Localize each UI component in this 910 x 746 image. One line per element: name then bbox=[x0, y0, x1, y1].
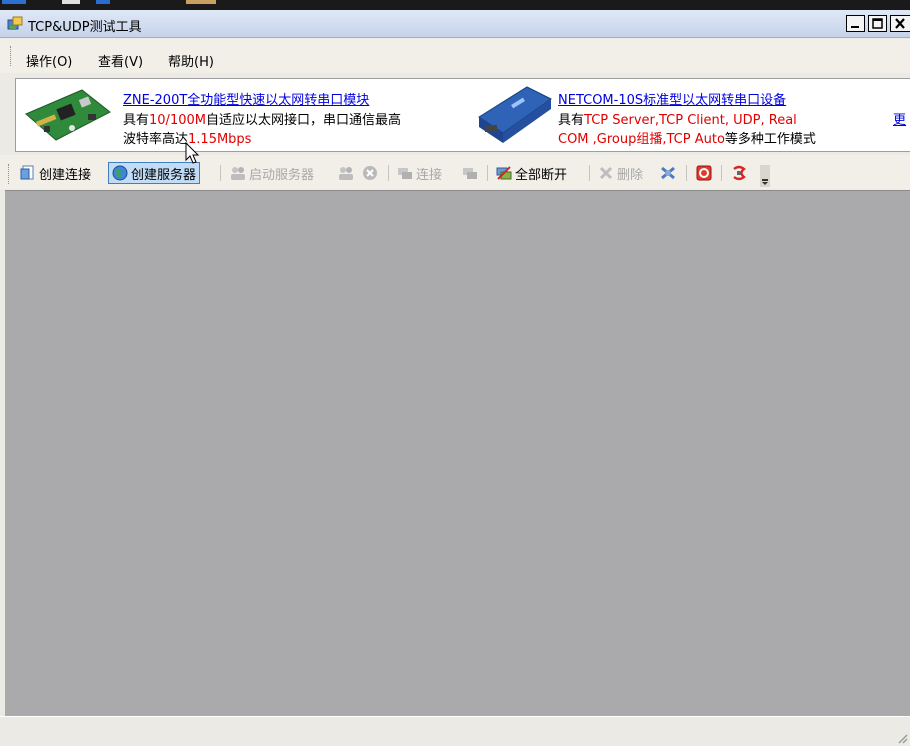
workspace-area[interactable] bbox=[5, 190, 910, 717]
background-strip bbox=[0, 0, 910, 10]
globe-icon bbox=[112, 165, 128, 181]
mouse-cursor bbox=[185, 142, 200, 164]
delete-icon bbox=[599, 166, 613, 180]
menu-grip bbox=[10, 46, 14, 66]
settings-plug-icon[interactable] bbox=[731, 165, 747, 181]
toolbar: 创建连接 创建服务器 启动服务器 连接 全部断开 删除 bbox=[0, 155, 910, 189]
toolbar-separator bbox=[220, 165, 221, 181]
ad2-line2: COM ,Group组播,TCP Auto等多种工作模式 bbox=[558, 128, 816, 147]
disconnect-all-button[interactable]: 全部断开 bbox=[496, 162, 567, 184]
serial-device-image bbox=[478, 86, 552, 143]
menu-help[interactable]: 帮助(H) bbox=[168, 51, 214, 70]
ad-more-link[interactable]: 更 bbox=[893, 109, 906, 128]
toolbar-overflow-icon[interactable] bbox=[760, 165, 770, 187]
disconnect-all-label: 全部断开 bbox=[515, 167, 568, 183]
delete-button[interactable]: 删除 bbox=[598, 162, 643, 184]
ad2-line1: 具有TCP Server,TCP Client, UDP, Real bbox=[558, 109, 797, 128]
close-icon bbox=[894, 18, 905, 29]
disconnect-icon[interactable] bbox=[462, 165, 478, 181]
ad2-line2-seg: COM ,Group组播,TCP Auto bbox=[558, 132, 725, 147]
connect-button[interactable]: 连接 bbox=[397, 162, 442, 184]
title-bar[interactable]: TCP&UDP测试工具 bbox=[0, 10, 910, 38]
ad2-line1-seg: TCP Server,TCP Client, UDP, Real bbox=[584, 113, 797, 128]
power-icon[interactable] bbox=[696, 165, 712, 181]
status-bar bbox=[0, 716, 910, 746]
ad2-title-link[interactable]: NETCOM-10S标准型以太网转串口设备 bbox=[558, 89, 786, 108]
close-button[interactable] bbox=[890, 15, 910, 32]
menu-operate[interactable]: 操作(O) bbox=[26, 51, 72, 70]
start-server-button[interactable]: 启动服务器 bbox=[230, 162, 314, 184]
toolbar-grip bbox=[8, 164, 12, 184]
minimize-icon bbox=[851, 26, 859, 28]
ad2-line2-seg: 等多种工作模式 bbox=[724, 132, 816, 147]
ad1-line1-seg: 10/100M bbox=[149, 113, 206, 128]
window-title: TCP&UDP测试工具 bbox=[28, 20, 142, 35]
toolbar-separator bbox=[589, 165, 590, 181]
network-icon[interactable] bbox=[660, 165, 676, 181]
resize-grip-icon[interactable] bbox=[896, 732, 908, 744]
new-connection-icon bbox=[20, 165, 34, 180]
delete-label: 删除 bbox=[617, 167, 644, 183]
menu-view[interactable]: 查看(V) bbox=[98, 51, 143, 70]
stop-server-icon[interactable] bbox=[338, 165, 354, 181]
ad1-line1-seg: 具有 bbox=[123, 113, 150, 128]
connect-label: 连接 bbox=[416, 167, 443, 183]
ad1-line1: 具有10/100M自适应以太网接口，串口通信最高 bbox=[123, 109, 401, 128]
maximize-icon bbox=[872, 18, 883, 29]
create-server-label: 创建服务器 bbox=[131, 167, 197, 183]
create-connection-button[interactable]: 创建连接 bbox=[20, 162, 91, 184]
server-users-icon bbox=[231, 167, 245, 180]
cancel-circle-icon[interactable] bbox=[362, 165, 378, 181]
ad1-title-link[interactable]: ZNE-200T全功能型快速以太网转串口模块 bbox=[123, 89, 369, 108]
create-connection-label: 创建连接 bbox=[39, 167, 92, 183]
toolbar-separator bbox=[721, 165, 722, 181]
toolbar-separator bbox=[686, 165, 687, 181]
connect-icon bbox=[398, 168, 412, 179]
ad-banner: ZNE-200T全功能型快速以太网转串口模块 具有10/100M自适应以太网接口… bbox=[15, 78, 910, 152]
disconnect-all-icon bbox=[496, 166, 512, 180]
toolbar-separator bbox=[388, 165, 389, 181]
circuit-board-image bbox=[25, 89, 111, 141]
ad1-line1-seg: 自适应以太网接口，串口通信最高 bbox=[205, 113, 401, 128]
toolbar-separator bbox=[487, 165, 488, 181]
minimize-button[interactable] bbox=[846, 15, 865, 32]
ad1-line2-seg: 波特率高达 bbox=[123, 132, 189, 147]
menu-bar: 操作(O) 查看(V) 帮助(H) bbox=[0, 39, 910, 73]
maximize-button[interactable] bbox=[868, 15, 887, 32]
ad2-line1-seg: 具有 bbox=[558, 113, 585, 128]
start-server-label: 启动服务器 bbox=[249, 167, 315, 183]
app-icon bbox=[7, 16, 23, 30]
